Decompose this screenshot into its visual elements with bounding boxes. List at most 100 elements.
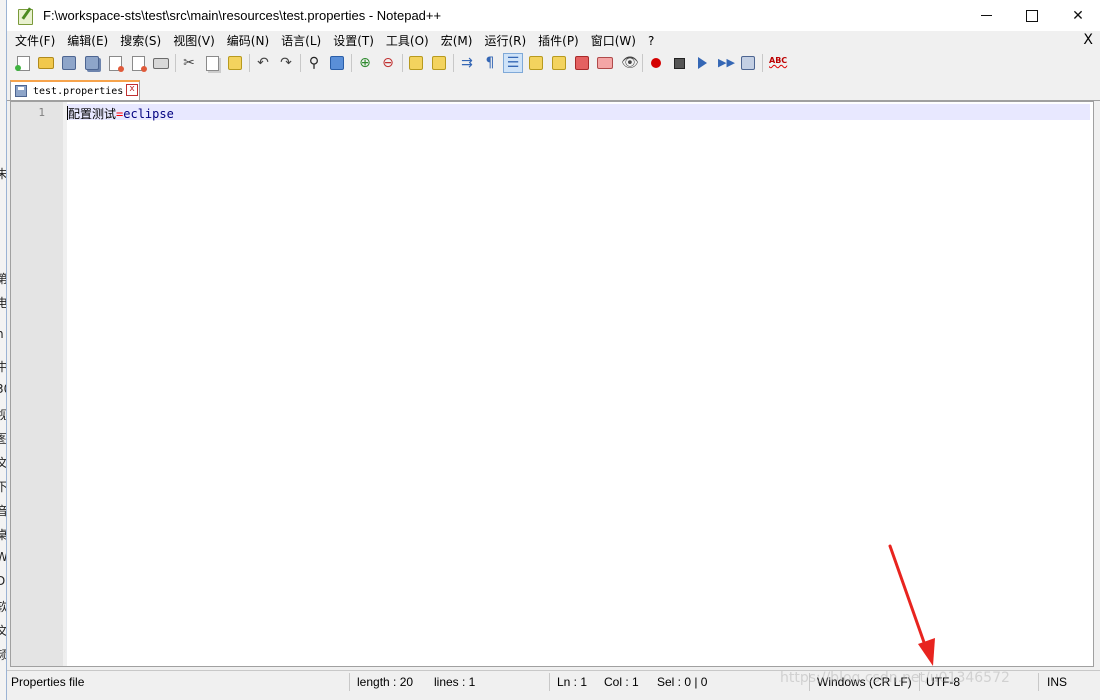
word-wrap-icon: ⇉	[461, 55, 473, 71]
save-button[interactable]	[59, 53, 79, 73]
menu-encoding[interactable]: 编码(N)	[221, 32, 275, 49]
maximize-button[interactable]	[1009, 0, 1055, 31]
tab-test-properties[interactable]: test.properties x	[10, 80, 140, 100]
monitoring-button[interactable]: 👁	[618, 53, 639, 73]
property-key: 配置测试	[68, 107, 117, 121]
undo-button[interactable]: ↶	[253, 53, 273, 73]
property-value: eclipse	[123, 107, 174, 121]
new-file-button[interactable]	[13, 53, 33, 73]
close-file-button[interactable]	[105, 53, 125, 73]
notepadpp-app-icon[interactable]	[17, 6, 33, 25]
menu-edit[interactable]: 编辑(E)	[61, 32, 114, 49]
menu-file[interactable]: 文件(F)	[7, 32, 61, 49]
minimize-icon	[980, 15, 992, 16]
open-file-button[interactable]	[36, 53, 56, 73]
function-list-button[interactable]	[572, 53, 592, 73]
zoom-out-icon: ⊖	[382, 55, 394, 71]
macro-play-button[interactable]	[692, 53, 712, 73]
pilcrow-icon: ¶	[485, 55, 495, 71]
replace-button[interactable]	[327, 53, 347, 73]
toolbar-separator	[351, 54, 352, 72]
sync-vertical-button[interactable]	[406, 53, 426, 73]
menu-tools[interactable]: 工具(O)	[380, 32, 435, 49]
saved-file-icon	[15, 85, 27, 97]
status-ln: Ln : 1	[557, 675, 588, 689]
menu-help[interactable]: ?	[642, 34, 660, 48]
menu-bar: 文件(F) 编辑(E) 搜索(S) 视图(V) 编码(N) 语言(L) 设置(T…	[7, 31, 1100, 50]
menu-macro[interactable]: 宏(M)	[435, 32, 479, 49]
toolbar-separator	[642, 54, 643, 72]
menu-settings[interactable]: 设置(T)	[327, 32, 380, 49]
toolbar-separator	[402, 54, 403, 72]
sync-horizontal-button[interactable]	[429, 53, 449, 73]
paste-icon	[228, 56, 242, 70]
redo-button[interactable]: ↷	[276, 53, 296, 73]
indent-guide-icon: ☰	[506, 55, 520, 71]
bg-char: D	[0, 574, 6, 588]
cut-button[interactable]: ✂	[179, 53, 199, 73]
menu-language[interactable]: 语言(L)	[275, 32, 327, 49]
toolbar-separator	[762, 54, 763, 72]
tab-label: test.properties	[33, 85, 124, 97]
close-all-icon	[131, 55, 147, 72]
redo-icon: ↷	[280, 55, 292, 71]
tab-close-icon[interactable]: x	[126, 84, 138, 96]
folder-as-workspace-button[interactable]	[595, 53, 615, 73]
zoom-in-icon: ⊕	[359, 55, 371, 71]
doc-map-icon	[552, 56, 566, 70]
doc-map-button[interactable]	[549, 53, 569, 73]
macro-stop-button[interactable]	[669, 53, 689, 73]
menu-view[interactable]: 视图(V)	[167, 32, 221, 49]
eye-icon: 👁	[621, 55, 639, 71]
sync-vertical-icon	[409, 56, 423, 70]
line-number: 1	[38, 106, 45, 119]
copy-button[interactable]	[202, 53, 222, 73]
macro-record-button[interactable]	[646, 53, 666, 73]
macro-run-multiple-button[interactable]: ▶▶	[715, 53, 735, 73]
maximize-icon	[1026, 9, 1038, 22]
new-file-icon	[14, 55, 30, 71]
status-lines: lines : 1	[434, 675, 476, 689]
folder-workspace-icon	[597, 57, 613, 69]
title-bar[interactable]: F:\workspace-sts\test\src\main\resources…	[7, 0, 1100, 31]
menu-plugins[interactable]: 插件(P)	[532, 32, 585, 49]
menu-run[interactable]: 运行(R)	[478, 32, 532, 49]
paste-button[interactable]	[225, 53, 245, 73]
menu-search[interactable]: 搜索(S)	[114, 32, 167, 49]
zoom-in-button[interactable]: ⊕	[355, 53, 375, 73]
replace-icon	[330, 56, 344, 70]
stop-icon	[673, 57, 685, 69]
show-all-chars-button[interactable]: ¶	[480, 53, 500, 73]
find-button[interactable]: ⚲	[304, 53, 324, 73]
scissors-icon: ✂	[183, 55, 195, 71]
status-divider	[549, 673, 550, 691]
sync-horizontal-icon	[432, 56, 446, 70]
folder-icon	[38, 57, 54, 69]
zoom-out-button[interactable]: ⊖	[378, 53, 398, 73]
close-document-button[interactable]: X	[1083, 32, 1093, 48]
binoculars-icon: ⚲	[308, 55, 320, 71]
record-icon	[651, 58, 661, 68]
status-file-type: Properties file	[11, 675, 85, 689]
menu-window[interactable]: 窗口(W)	[585, 32, 642, 49]
undo-icon: ↶	[257, 55, 269, 71]
macro-save-button[interactable]	[738, 53, 758, 73]
minimize-button[interactable]	[963, 0, 1009, 31]
status-insert-mode: INS	[1047, 675, 1068, 689]
indent-guide-button[interactable]: ☰	[503, 53, 523, 73]
print-button[interactable]	[151, 53, 171, 73]
tab-bar: test.properties x	[7, 78, 1100, 101]
fast-forward-icon: ▶▶	[718, 56, 735, 69]
save-all-icon	[85, 56, 99, 70]
close-window-button[interactable]: ✕	[1055, 0, 1100, 31]
save-all-button[interactable]	[82, 53, 102, 73]
code-line[interactable]: 配置测试=eclipse	[67, 105, 174, 122]
spell-check-button[interactable]: ABC	[766, 53, 787, 73]
word-wrap-button[interactable]: ⇉	[457, 53, 477, 73]
annotation-arrow-icon	[888, 544, 935, 666]
watermark: https://blog.csdn.net/u01346572	[780, 670, 1010, 686]
user-defined-language-button[interactable]	[526, 53, 546, 73]
bg-char: n	[0, 327, 4, 341]
save-macro-icon	[741, 56, 755, 70]
close-all-button[interactable]	[128, 53, 148, 73]
